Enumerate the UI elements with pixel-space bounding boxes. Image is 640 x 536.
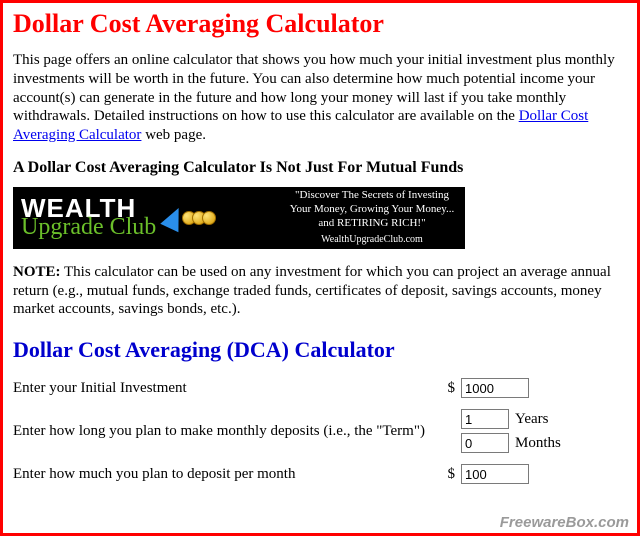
- row-monthly-deposit: Enter how much you plan to deposit per m…: [13, 463, 627, 485]
- currency-symbol: $: [443, 466, 455, 483]
- input-initial-investment[interactable]: [461, 378, 529, 398]
- label-initial-investment: Enter your Initial Investment: [13, 380, 443, 397]
- arrow-up-icon: [161, 204, 188, 232]
- input-term-months[interactable]: [461, 433, 509, 453]
- unit-years: Years: [515, 411, 548, 428]
- note-body: This calculator can be used on any inves…: [13, 264, 611, 318]
- section-heading: Dollar Cost Averaging (DCA) Calculator: [13, 337, 627, 363]
- row-initial-investment: Enter your Initial Investment $: [13, 377, 627, 399]
- banner-site: WealthUpgradeClub.com: [287, 234, 457, 247]
- input-term-years[interactable]: [461, 409, 509, 429]
- input-monthly-deposit[interactable]: [461, 464, 529, 484]
- coins-icon: [186, 211, 216, 225]
- banner-brand-bottom: Upgrade Club: [21, 217, 156, 239]
- page-title: Dollar Cost Averaging Calculator: [13, 9, 627, 39]
- row-term: Enter how long you plan to make monthly …: [13, 409, 627, 453]
- banner-graphic: [164, 207, 216, 229]
- intro-text-2: web page.: [141, 127, 206, 143]
- watermark: FreewareBox.com: [500, 514, 629, 531]
- subheading: A Dollar Cost Averaging Calculator Is No…: [13, 159, 627, 177]
- banner-ad[interactable]: WEALTH Upgrade Club "Discover The Secret…: [13, 187, 465, 249]
- label-monthly-deposit: Enter how much you plan to deposit per m…: [13, 466, 443, 483]
- note-paragraph: NOTE: This calculator can be used on any…: [13, 263, 627, 319]
- unit-months: Months: [515, 435, 561, 452]
- page-frame: Dollar Cost Averaging Calculator This pa…: [0, 0, 640, 536]
- label-term: Enter how long you plan to make monthly …: [13, 423, 443, 440]
- banner-tagline: "Discover The Secrets of Investing Your …: [287, 189, 457, 246]
- intro-paragraph: This page offers an online calculator th…: [13, 51, 627, 145]
- banner-tagline-text: "Discover The Secrets of Investing Your …: [287, 189, 457, 230]
- currency-symbol: $: [443, 380, 455, 397]
- note-label: NOTE:: [13, 264, 61, 280]
- banner-brand: WEALTH Upgrade Club: [21, 197, 156, 239]
